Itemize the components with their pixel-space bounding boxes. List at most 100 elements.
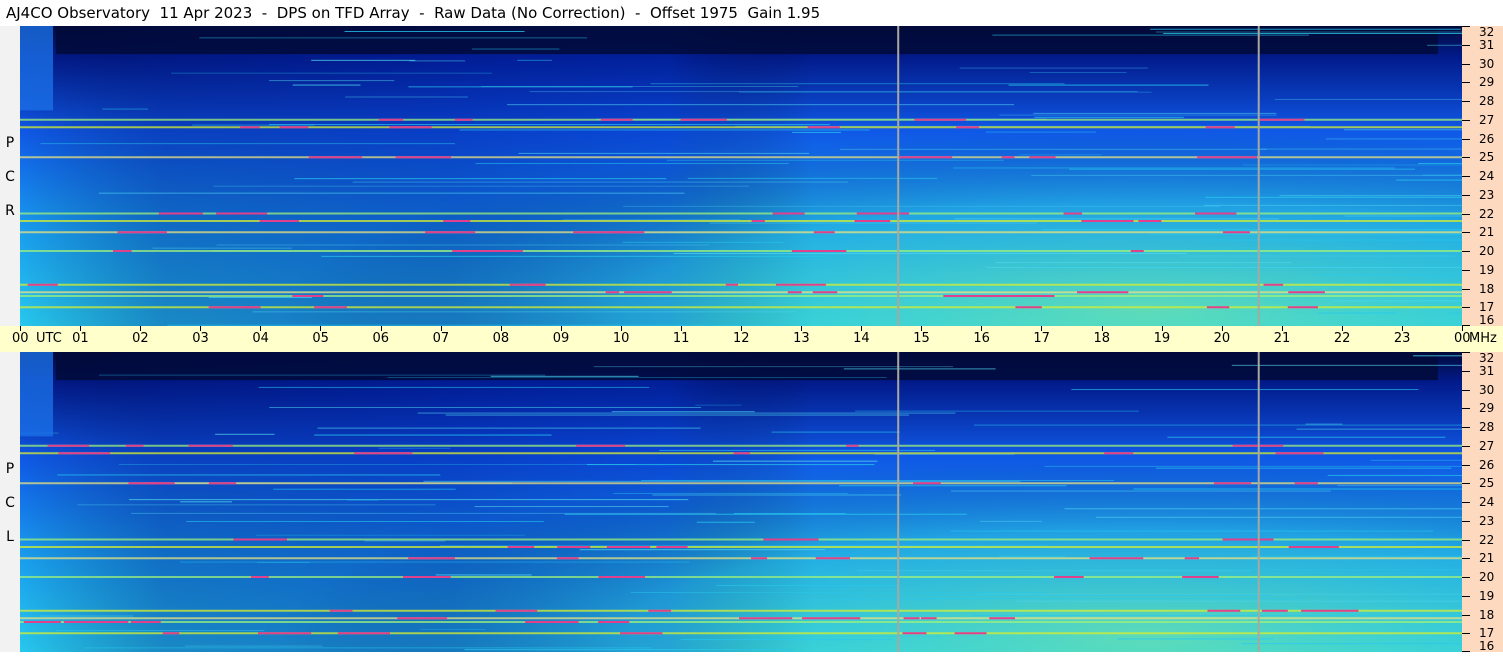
interference-hotspot	[1015, 306, 1042, 309]
time-tick-label: 01	[72, 331, 89, 346]
interference-hotspot	[1213, 482, 1252, 485]
frequency-tick-label: 20	[1479, 244, 1495, 258]
time-tick-label: 16	[973, 331, 990, 346]
noise-streak	[417, 412, 956, 414]
noise-streak	[131, 512, 717, 514]
noise-streak	[256, 561, 310, 563]
frequency-tick-label: 20	[1479, 570, 1495, 584]
interference-hotspot	[943, 295, 1000, 297]
noise-streak	[977, 593, 1462, 595]
interference-hotspot	[1194, 212, 1237, 215]
spectrogram-svg	[20, 352, 1462, 652]
frequency-tick-label: 25	[1479, 476, 1495, 491]
interference-hotspot	[1288, 546, 1339, 548]
noise-streak	[980, 520, 1043, 522]
frequency-tick	[1462, 251, 1470, 252]
frequency-tick-label: 29	[1479, 75, 1495, 90]
frequency-tick-label: 28	[1479, 420, 1495, 434]
noise-streak	[695, 404, 742, 406]
frequency-tick	[1462, 464, 1470, 466]
interference-hotspot	[775, 283, 826, 286]
time-tick-label: 20	[1213, 331, 1231, 346]
interference-hotspot	[763, 538, 819, 541]
noise-streak	[673, 253, 1187, 255]
interference-hotspot	[495, 609, 538, 612]
noise-streak	[1395, 179, 1462, 181]
frequency-tick-label: 23	[1479, 187, 1495, 202]
noise-streak	[118, 464, 637, 466]
noise-streak	[352, 181, 848, 183]
interference-hotspot	[791, 250, 847, 252]
time-tick-label: 04	[252, 331, 269, 346]
interference-hotspot	[47, 444, 90, 447]
noise-streak	[687, 177, 938, 179]
time-tick-label: 14	[853, 331, 870, 346]
noise-streak	[1279, 195, 1462, 197]
noise-streak	[1315, 274, 1462, 276]
interference-hotspot	[1301, 609, 1359, 612]
interference-hotspot	[162, 632, 180, 635]
interference-hotspot	[257, 632, 312, 635]
interference-hotspot	[1261, 609, 1288, 612]
interference-hotspot	[241, 306, 255, 309]
interference-hotspot	[109, 621, 129, 623]
noise-streak	[490, 375, 639, 377]
frequency-tick-label: 16	[1479, 639, 1495, 653]
noise-streak	[1019, 154, 1102, 156]
interference-hotspot	[130, 621, 161, 623]
left-edge-column	[20, 352, 54, 437]
noise-streak	[839, 485, 1067, 487]
vertical-artifact	[897, 352, 900, 652]
frequency-tick	[1462, 520, 1470, 522]
frequency-tick	[1462, 614, 1470, 616]
noise-streak	[1418, 163, 1462, 165]
noise-streak	[791, 131, 842, 133]
interference-hotspot	[23, 621, 61, 623]
frequency-tick	[1462, 502, 1470, 503]
noise-streak	[364, 540, 446, 542]
interference-hotspot	[1263, 283, 1284, 286]
frequency-axis-lcp: 16 17 18 19 20 21 22 23 24 25 26 27 28 29 30 31 32	[1462, 352, 1503, 652]
noise-streak	[1317, 312, 1397, 314]
noise-streak	[507, 104, 1015, 106]
interference-hotspot	[751, 220, 765, 222]
interference-hotspot	[556, 557, 579, 560]
time-tick-label: 09	[552, 331, 570, 346]
noise-streak	[199, 37, 588, 39]
frequency-tick	[1462, 577, 1470, 578]
noise-streak	[623, 205, 1221, 207]
interference-line	[20, 220, 1462, 222]
interference-hotspot	[279, 126, 309, 129]
interference-line	[20, 283, 1462, 286]
noise-streak	[1016, 600, 1462, 602]
interference-hotspot	[208, 482, 237, 485]
noise-streak	[102, 108, 149, 110]
frequency-tick	[1462, 232, 1470, 234]
noise-streak	[712, 460, 878, 462]
noise-streak	[529, 91, 1138, 93]
noise-streak	[84, 647, 652, 649]
noise-streak	[564, 513, 967, 515]
frequency-tick-label: 21	[1479, 551, 1495, 566]
interference-hotspot	[1287, 306, 1318, 309]
noise-streak	[1305, 423, 1343, 425]
interference-hotspot	[112, 250, 132, 252]
noise-streak	[517, 59, 553, 61]
interference-hotspot	[605, 291, 620, 294]
noise-streak	[1332, 300, 1462, 302]
interference-hotspot	[94, 452, 111, 455]
chart-title: AJ4CO Observatory 11 Apr 2023 - DPS on T…	[6, 4, 821, 22]
noise-streak	[959, 67, 1148, 69]
noise-streak	[843, 368, 996, 370]
noise-streak	[1205, 239, 1462, 241]
interference-hotspot	[1054, 576, 1084, 578]
noise-streak	[475, 163, 789, 165]
noise-streak	[659, 449, 936, 451]
noise-streak	[1029, 72, 1127, 74]
noise-streak	[464, 649, 794, 651]
time-tick-label: 19	[1153, 331, 1171, 346]
interference-hotspot	[1275, 452, 1324, 455]
noise-streak	[1274, 98, 1462, 100]
interference-hotspot	[454, 118, 473, 121]
interference-hotspot	[656, 546, 688, 548]
